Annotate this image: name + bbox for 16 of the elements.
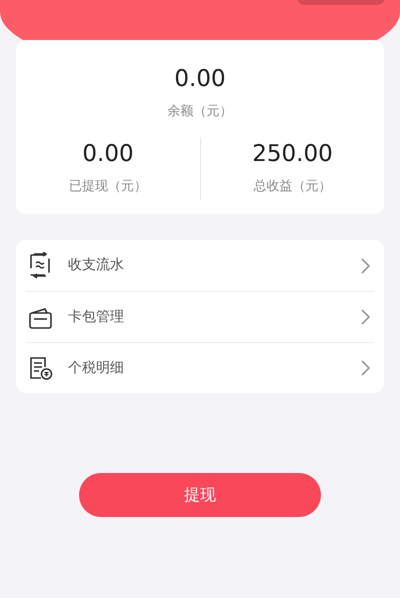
balance-value: 0.00 [173,66,227,94]
stat-value: 0.00 [81,141,135,169]
menu-label: 个税明细 [68,358,125,378]
chevron-right-icon [361,258,370,274]
menu-label: 收支流水 [68,256,125,276]
chevron-right-icon [361,360,370,376]
stat-value: 250.00 [251,141,334,169]
menu-item[interactable]: 卡包管理 [26,291,374,342]
menu-label: 卡包管理 [68,308,125,327]
menu-item[interactable]: 个税明细 [26,342,374,394]
balance-label: 余额（元） [166,102,234,121]
chevron-right-icon [361,309,370,326]
stat-label: 已提现（元） [68,178,148,196]
document-icon [28,354,54,382]
stat-label: 总收益（元） [252,178,332,196]
menu-item[interactable]: 收支流水 [26,240,374,292]
